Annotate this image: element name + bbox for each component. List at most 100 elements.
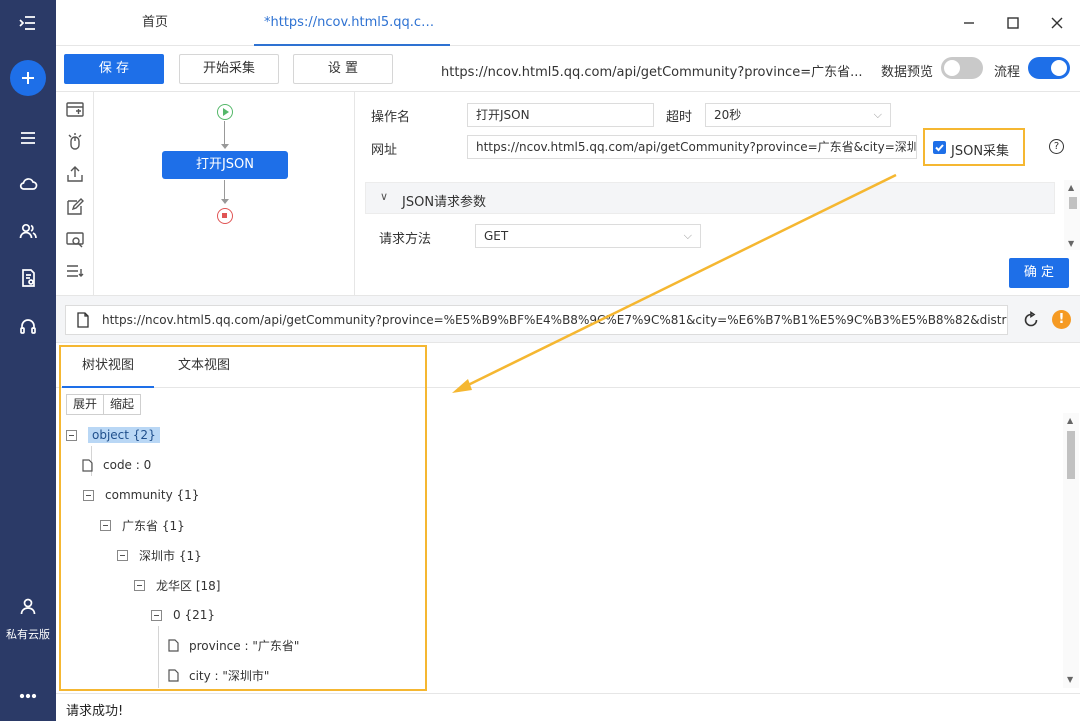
flow-node-open-json[interactable]: 打开JSON xyxy=(162,151,288,179)
toggle-knob xyxy=(1051,60,1067,76)
tree-node[interactable]: province : "广东省" xyxy=(168,634,299,656)
expand-all-button[interactable]: 展开 xyxy=(67,395,103,414)
refresh-icon[interactable] xyxy=(1022,311,1040,329)
tree-node[interactable]: 广东省 {1} xyxy=(100,514,185,536)
menu-collapse-icon[interactable] xyxy=(0,10,56,36)
json-params-section-header[interactable]: ∨ JSON请求参数 xyxy=(365,182,1055,214)
data-preview-toggle[interactable] xyxy=(941,57,983,79)
task-url-text: https://ncov.html5.qq.com/api/getCommuni… xyxy=(441,65,863,80)
collapse-toggle-icon[interactable] xyxy=(66,429,77,441)
tree-node-label: 0 {21} xyxy=(173,608,215,622)
tool-strip xyxy=(56,92,94,295)
tree-node[interactable]: community {1} xyxy=(83,484,199,506)
document-settings-icon[interactable] xyxy=(0,265,56,291)
request-method-select[interactable]: GET ⌵ xyxy=(475,224,701,248)
tree-node-label: code : 0 xyxy=(103,458,152,472)
scroll-up-icon[interactable]: ▲ xyxy=(1067,416,1073,425)
flow-end-icon[interactable] xyxy=(217,208,233,224)
scroll-down-icon[interactable]: ▼ xyxy=(1067,675,1073,684)
collapse-toggle-icon[interactable] xyxy=(151,609,162,621)
json-collect-checkbox[interactable] xyxy=(933,141,946,154)
minimize-icon[interactable] xyxy=(958,12,980,34)
json-collect-label[interactable]: JSON采集 xyxy=(951,140,1009,159)
tab-bar: 首页 *https://ncov.html5.qq.com/a xyxy=(56,0,1080,46)
scroll-down-icon[interactable]: ▼ xyxy=(1068,239,1074,248)
json-viewer: 树状视图 文本视图 展开 缩起 object {2} code : 0 comm… xyxy=(56,343,1080,693)
timeout-value: 20秒 xyxy=(714,108,742,122)
user-icon[interactable] xyxy=(0,595,56,617)
url-input[interactable]: https://ncov.html5.qq.com/api/getCommuni… xyxy=(467,135,917,159)
tree-node[interactable]: 深圳市 {1} xyxy=(117,544,202,566)
left-sidebar: 私有云版 xyxy=(0,0,56,721)
tab-current-task[interactable]: *https://ncov.html5.qq.com/a xyxy=(254,0,450,46)
file-icon xyxy=(168,638,179,652)
request-url-field[interactable]: https://ncov.html5.qq.com/api/getCommuni… xyxy=(65,305,1008,335)
chevron-down-icon: ⌵ xyxy=(683,229,692,242)
chevron-down-icon: ∨ xyxy=(380,190,389,203)
private-cloud-label[interactable]: 私有云版 xyxy=(0,626,56,642)
edit-icon[interactable] xyxy=(65,197,85,217)
list-loop-icon[interactable] xyxy=(65,262,85,282)
flow-arrow xyxy=(221,199,229,204)
scrollbar-thumb[interactable] xyxy=(1067,431,1075,479)
tree-node-label: city : "深圳市" xyxy=(189,668,270,683)
collapse-toggle-icon[interactable] xyxy=(100,519,111,531)
toolbar: 保 存 开始采集 设 置 https://ncov.html5.qq.com/a… xyxy=(56,46,1080,92)
json-collect-highlight: JSON采集 xyxy=(923,128,1025,166)
collapse-all-button[interactable]: 缩起 xyxy=(103,395,140,414)
tab-text-view[interactable]: 文本视图 xyxy=(156,343,252,388)
op-name-input[interactable]: 打开JSON xyxy=(467,103,654,127)
flow-arrow xyxy=(221,144,229,149)
settings-button[interactable]: 设 置 xyxy=(293,54,393,84)
timeout-select[interactable]: 20秒 ⌵ xyxy=(705,103,891,127)
open-page-icon[interactable] xyxy=(65,100,85,120)
json-params-title: JSON请求参数 xyxy=(402,195,487,210)
add-task-button[interactable] xyxy=(10,60,46,96)
tree-node[interactable]: code : 0 xyxy=(82,454,151,476)
chevron-down-icon: ⌵ xyxy=(873,108,882,121)
json-params-body: 请求方法 GET ⌵ xyxy=(365,214,1055,248)
op-name-label: 操作名 xyxy=(371,110,411,125)
tree-node-label: province : "广东省" xyxy=(189,638,300,653)
warning-icon[interactable]: ! xyxy=(1052,310,1071,329)
cloud-icon[interactable] xyxy=(0,171,56,197)
tree-scrollbar[interactable]: ▲ ▼ xyxy=(1063,413,1079,688)
properties-scrollbar[interactable]: ▲ ▼ xyxy=(1064,180,1080,250)
flow-toggle[interactable] xyxy=(1028,57,1070,79)
status-text: 请求成功! xyxy=(66,704,124,719)
confirm-button[interactable]: 确 定 xyxy=(1009,258,1069,288)
flow-connector xyxy=(224,180,225,200)
tab-home[interactable]: 首页 xyxy=(56,0,254,46)
tree-guide-line xyxy=(158,626,159,688)
tree-node-label: object {2} xyxy=(88,427,160,443)
upload-icon[interactable] xyxy=(65,164,85,184)
flow-start-icon[interactable] xyxy=(217,104,233,120)
tree-node[interactable]: 0 {21} xyxy=(151,604,215,626)
extract-icon[interactable] xyxy=(65,230,85,250)
collapse-toggle-icon[interactable] xyxy=(83,489,94,501)
url-bar: https://ncov.html5.qq.com/api/getCommuni… xyxy=(56,295,1080,343)
scrollbar-thumb[interactable] xyxy=(1069,197,1077,209)
tab-tree-view[interactable]: 树状视图 xyxy=(62,343,154,388)
tree-node[interactable]: city : "深圳市" xyxy=(168,664,269,686)
maximize-icon[interactable] xyxy=(1002,12,1024,34)
expand-collapse-group: 展开 缩起 xyxy=(66,394,142,415)
help-icon[interactable]: ? xyxy=(1049,139,1064,154)
request-method-label: 请求方法 xyxy=(379,232,432,247)
start-collect-button[interactable]: 开始采集 xyxy=(179,54,279,84)
collapse-toggle-icon[interactable] xyxy=(117,549,128,561)
tree-node[interactable]: 龙华区 [18] xyxy=(134,574,220,596)
status-bar: 请求成功! xyxy=(56,693,1080,721)
more-icon[interactable] xyxy=(0,686,56,706)
toggle-knob xyxy=(944,60,960,76)
collapse-toggle-icon[interactable] xyxy=(134,579,145,591)
list-icon[interactable] xyxy=(0,125,56,151)
save-button[interactable]: 保 存 xyxy=(64,54,164,84)
click-icon[interactable] xyxy=(65,132,85,152)
headset-icon[interactable] xyxy=(0,313,56,339)
flow-canvas: 打开JSON xyxy=(94,92,355,295)
users-icon[interactable] xyxy=(0,218,56,244)
tree-node[interactable]: object {2} xyxy=(66,424,160,446)
scroll-up-icon[interactable]: ▲ xyxy=(1068,183,1074,192)
close-icon[interactable] xyxy=(1046,12,1068,34)
